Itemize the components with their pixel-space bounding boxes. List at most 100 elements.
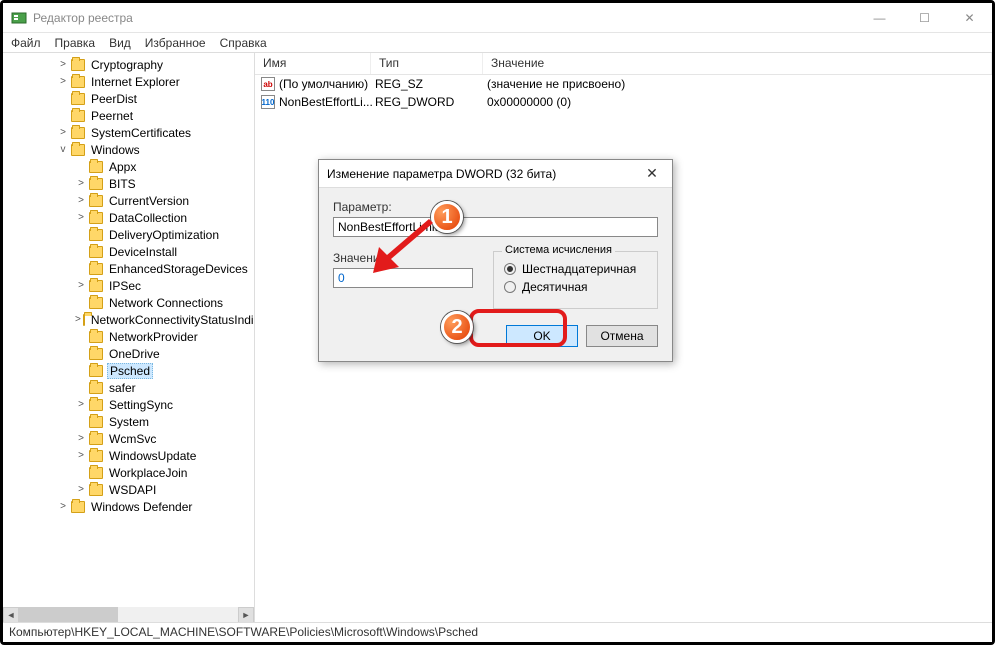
dialog-close-button[interactable]: ✕ [640, 165, 664, 182]
tree-item-label: EnhancedStorageDevices [107, 262, 250, 276]
tree-item-label: CurrentVersion [107, 194, 191, 208]
close-button[interactable]: ✕ [947, 3, 992, 33]
tree-item-label: DeviceInstall [107, 245, 179, 259]
menu-view[interactable]: Вид [109, 36, 131, 50]
tree-item[interactable]: >NetworkConnectivityStatusIndicator [3, 311, 254, 328]
cell-type: REG_SZ [375, 77, 487, 91]
tree-item[interactable]: Network Connections [3, 294, 254, 311]
tree-item-label: WorkplaceJoin [107, 466, 189, 480]
cancel-button[interactable]: Отмена [586, 325, 658, 347]
expand-icon[interactable]: > [75, 280, 87, 291]
tree-item[interactable]: >Windows Defender [3, 498, 254, 515]
menu-edit[interactable]: Правка [55, 36, 96, 50]
radio-dec-icon [504, 281, 516, 293]
list-row[interactable]: 110NonBestEffortLi...REG_DWORD0x00000000… [255, 93, 992, 111]
tree-item-label: Psched [107, 363, 153, 379]
tree-item[interactable]: Peernet [3, 107, 254, 124]
expand-icon[interactable]: > [57, 76, 69, 87]
annotation-callout-2: 2 [441, 311, 473, 343]
tree-item-label: safer [107, 381, 138, 395]
value-label: Значение: [333, 251, 473, 265]
folder-icon [71, 93, 85, 105]
tree-item[interactable]: > SystemCertificates [3, 124, 254, 141]
base-fieldset: Система исчисления Шестнадцатеричная Дес… [493, 251, 658, 309]
tree-item-label: OneDrive [107, 347, 162, 361]
col-value[interactable]: Значение [483, 53, 992, 74]
expand-icon[interactable]: > [75, 399, 87, 410]
expand-icon[interactable]: > [75, 314, 81, 325]
tree-item[interactable]: Psched [3, 362, 254, 379]
tree-item[interactable]: >Internet Explorer [3, 73, 254, 90]
expand-icon[interactable]: > [75, 484, 87, 495]
tree-item[interactable]: System [3, 413, 254, 430]
tree-item-label: Cryptography [89, 58, 165, 72]
edit-dword-dialog: Изменение параметра DWORD (32 бита) ✕ Па… [318, 159, 673, 362]
maximize-button[interactable]: ☐ [902, 3, 947, 33]
folder-icon [71, 59, 85, 71]
expand-icon[interactable]: > [57, 127, 69, 138]
tree-item[interactable]: >WindowsUpdate [3, 447, 254, 464]
tree-item[interactable]: vWindows [3, 141, 254, 158]
col-type[interactable]: Тип [371, 53, 483, 74]
tree-item[interactable]: > Cryptography [3, 56, 254, 73]
folder-icon [71, 110, 85, 122]
menu-favorites[interactable]: Избранное [145, 36, 206, 50]
scroll-right-button[interactable]: ► [238, 607, 254, 623]
folder-icon [71, 144, 85, 156]
menu-file[interactable]: Файл [11, 36, 41, 50]
ok-button[interactable]: OK [506, 325, 578, 347]
folder-icon [71, 501, 85, 513]
expand-icon[interactable]: > [57, 59, 69, 70]
tree-item[interactable]: >SettingSync [3, 396, 254, 413]
list-header[interactable]: Имя Тип Значение [255, 53, 992, 75]
tree-item-label: NetworkProvider [107, 330, 200, 344]
expand-icon[interactable]: v [57, 144, 69, 155]
tree-item[interactable]: > CurrentVersion [3, 192, 254, 209]
menubar: Файл Правка Вид Избранное Справка [3, 33, 992, 53]
registry-tree[interactable]: >Cryptography>Internet ExplorerPeerDistP… [3, 53, 254, 605]
folder-icon [71, 127, 85, 139]
values-list[interactable]: ab(По умолчанию)REG_SZ(значение не присв… [255, 75, 992, 111]
tree-item[interactable]: OneDrive [3, 345, 254, 362]
tree-item[interactable]: >WcmSvc [3, 430, 254, 447]
tree-item[interactable]: DeliveryOptimization [3, 226, 254, 243]
col-name[interactable]: Имя [255, 53, 371, 74]
tree-item[interactable]: >BITS [3, 175, 254, 192]
horizontal-scrollbar[interactable]: ◄ ► [3, 607, 254, 623]
value-input[interactable] [333, 268, 473, 288]
tree-item[interactable]: safer [3, 379, 254, 396]
app-icon [11, 10, 27, 26]
folder-icon [89, 229, 103, 241]
tree-item[interactable]: NetworkProvider [3, 328, 254, 345]
expand-icon[interactable]: > [75, 178, 87, 189]
minimize-button[interactable]: — [857, 3, 902, 33]
radio-hex[interactable]: Шестнадцатеричная [504, 262, 647, 276]
menu-help[interactable]: Справка [220, 36, 267, 50]
tree-item[interactable]: >DataCollection [3, 209, 254, 226]
tree-item[interactable]: WorkplaceJoin [3, 464, 254, 481]
list-row[interactable]: ab(По умолчанию)REG_SZ(значение не присв… [255, 75, 992, 93]
tree-item-label: SystemCertificates [89, 126, 193, 140]
tree-item[interactable]: PeerDist [3, 90, 254, 107]
expand-icon[interactable]: > [75, 195, 87, 206]
folder-icon [89, 365, 103, 377]
dialog-titlebar[interactable]: Изменение параметра DWORD (32 бита) ✕ [319, 160, 672, 188]
tree-item[interactable]: > WSDAPI [3, 481, 254, 498]
scroll-left-button[interactable]: ◄ [3, 607, 19, 623]
tree-item[interactable]: > IPSec [3, 277, 254, 294]
expand-icon[interactable]: > [75, 212, 87, 223]
expand-icon[interactable]: > [75, 450, 87, 461]
expand-icon[interactable]: > [57, 501, 69, 512]
annotation-callout-1: 1 [431, 201, 463, 233]
tree-item[interactable]: Appx [3, 158, 254, 175]
statusbar: Компьютер\HKEY_LOCAL_MACHINE\SOFTWARE\Po… [3, 622, 992, 642]
tree-item[interactable]: DeviceInstall [3, 243, 254, 260]
folder-icon [71, 76, 85, 88]
radio-dec[interactable]: Десятичная [504, 280, 647, 294]
expand-icon[interactable]: > [75, 433, 87, 444]
scroll-thumb[interactable] [19, 607, 118, 623]
tree-item[interactable]: EnhancedStorageDevices [3, 260, 254, 277]
tree-item-label: WSDAPI [107, 483, 158, 497]
tree-item-label: IPSec [107, 279, 143, 293]
scroll-track[interactable] [19, 607, 238, 623]
